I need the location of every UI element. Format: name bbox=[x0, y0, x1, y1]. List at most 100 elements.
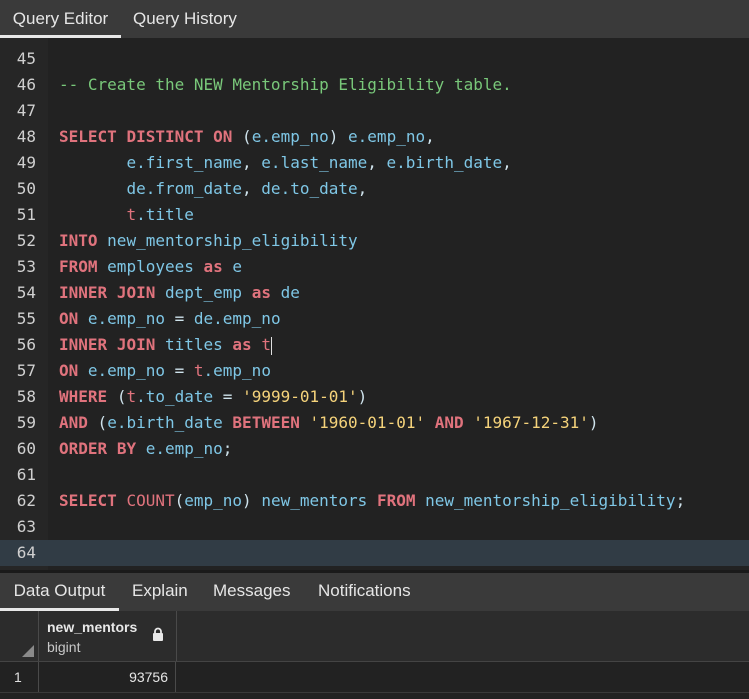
code-text: WHERE (t.to_date = '9999-01-01') bbox=[59, 384, 367, 410]
select-all-corner-icon bbox=[22, 645, 34, 657]
tab-messages[interactable]: Messages bbox=[213, 573, 290, 611]
tab-explain[interactable]: Explain bbox=[132, 573, 188, 611]
table-row[interactable]: 1 93756 bbox=[0, 662, 749, 693]
table-cell-new-mentors[interactable]: 93756 bbox=[38, 662, 176, 692]
code-line[interactable]: 51 t.title bbox=[0, 202, 749, 228]
code-text: ON e.emp_no = t.emp_no bbox=[59, 358, 271, 384]
code-token: DISTINCT bbox=[126, 127, 204, 146]
code-token: INTO bbox=[59, 231, 98, 250]
code-line[interactable]: 59 AND (e.birth_date BETWEEN '1960-01-01'… bbox=[0, 410, 749, 436]
lock-icon bbox=[153, 627, 163, 641]
code-token: e.emp_no bbox=[87, 309, 165, 328]
code-line[interactable]: 54 INNER JOIN dept_emp as de bbox=[0, 280, 749, 306]
tab-query-editor[interactable]: Query Editor bbox=[0, 0, 121, 38]
code-token: as bbox=[251, 283, 271, 302]
line-number: 49 bbox=[16, 153, 36, 172]
code-token: new_mentorship_eligibility bbox=[107, 231, 358, 250]
code-line[interactable]: 53 FROM employees as e bbox=[0, 254, 749, 280]
column-header-new-mentors[interactable]: new_mentors bigint bbox=[38, 611, 177, 661]
code-line[interactable]: 64 bbox=[0, 540, 749, 566]
code-token: ON bbox=[59, 309, 79, 328]
code-line[interactable]: 49 e.first_name, e.last_name, e.birth_da… bbox=[0, 150, 749, 176]
code-token: INNER bbox=[59, 335, 108, 354]
code-token: SELECT bbox=[59, 491, 117, 510]
code-line[interactable]: 50 de.from_date, de.to_date, bbox=[0, 176, 749, 202]
code-token: ; bbox=[222, 439, 233, 458]
code-text: ORDER BY e.emp_no; bbox=[59, 436, 232, 462]
code-token: , bbox=[242, 153, 262, 172]
line-number: 58 bbox=[16, 387, 36, 406]
code-token: ON bbox=[213, 127, 233, 146]
code-token: = bbox=[164, 361, 194, 380]
code-token: e.birth_date bbox=[386, 153, 503, 172]
sql-editor[interactable]: 45 46 -- Create the NEW Mentorship Eligibi… bbox=[0, 38, 749, 570]
code-token: ) bbox=[328, 127, 339, 146]
code-token: '9999-01-01' bbox=[242, 387, 358, 406]
code-token: ( bbox=[174, 491, 185, 510]
tab-data-output[interactable]: Data Output bbox=[0, 573, 119, 611]
code-token: titles bbox=[164, 335, 223, 354]
code-line[interactable]: 45 bbox=[0, 46, 749, 72]
code-line[interactable]: 58 WHERE (t.to_date = '9999-01-01') bbox=[0, 384, 749, 410]
code-text: ON e.emp_no = de.emp_no bbox=[59, 306, 281, 332]
code-line[interactable]: 48 SELECT DISTINCT ON (e.emp_no) e.emp_no… bbox=[0, 124, 749, 150]
line-number: 53 bbox=[16, 257, 36, 276]
code-token: ) bbox=[357, 387, 368, 406]
code-token: ON bbox=[59, 361, 79, 380]
code-line[interactable]: 60 ORDER BY e.emp_no; bbox=[0, 436, 749, 462]
line-number: 48 bbox=[16, 127, 36, 146]
code-token: e.first_name bbox=[126, 153, 243, 172]
line-number: 47 bbox=[16, 101, 36, 120]
code-text: -- Create the NEW Mentorship Eligibility… bbox=[59, 72, 512, 98]
code-line[interactable]: 55 ON e.emp_no = de.emp_no bbox=[0, 306, 749, 332]
line-number: 60 bbox=[16, 439, 36, 458]
row-number[interactable]: 1 bbox=[0, 662, 39, 692]
code-line[interactable]: 63 bbox=[0, 514, 749, 540]
tab-query-history[interactable]: Query History bbox=[133, 0, 237, 38]
line-number: 59 bbox=[16, 413, 36, 432]
code-token: = bbox=[213, 387, 243, 406]
code-token: employees bbox=[107, 257, 194, 276]
line-number: 57 bbox=[16, 361, 36, 380]
code-text: SELECT DISTINCT ON (e.emp_no) e.emp_no, bbox=[59, 124, 435, 150]
code-text: t.title bbox=[59, 202, 193, 228]
code-token: de.to_date bbox=[261, 179, 358, 198]
output-tab-bar: Data Output Explain Messages Notificatio… bbox=[0, 573, 749, 611]
code-token: e.emp_no bbox=[87, 361, 165, 380]
line-number: 46 bbox=[16, 75, 36, 94]
code-line[interactable]: 56 INNER JOIN titles as t bbox=[0, 332, 749, 358]
code-token: ) bbox=[588, 413, 599, 432]
code-token: , bbox=[425, 127, 435, 146]
code-line[interactable]: 47 bbox=[0, 98, 749, 124]
code-text: INNER JOIN titles as t bbox=[59, 332, 272, 358]
code-line[interactable]: 62 SELECT COUNT(emp_no) new_mentors FROM … bbox=[0, 488, 749, 514]
code-line[interactable]: 57 ON e.emp_no = t.emp_no bbox=[0, 358, 749, 384]
code-line[interactable]: 46 -- Create the NEW Mentorship Eligibili… bbox=[0, 72, 749, 98]
result-grid: new_mentors bigint 1 93756 bbox=[0, 611, 749, 699]
code-token: BY bbox=[116, 439, 137, 458]
code-token: e.emp_no bbox=[145, 439, 223, 458]
select-all-corner[interactable] bbox=[0, 611, 39, 661]
code-line[interactable]: 52 INTO new_mentorship_eligibility bbox=[0, 228, 749, 254]
code-line[interactable]: 61 bbox=[0, 462, 749, 488]
code-token: emp_no bbox=[184, 491, 243, 510]
line-number: 62 bbox=[16, 491, 36, 510]
code-token: t bbox=[126, 387, 137, 406]
line-number: 51 bbox=[16, 205, 36, 224]
code-token: ( bbox=[242, 127, 252, 146]
code-token: AND bbox=[59, 413, 88, 432]
code-text: e.first_name, e.last_name, e.birth_date, bbox=[59, 150, 511, 176]
tab-notifications[interactable]: Notifications bbox=[318, 573, 411, 611]
